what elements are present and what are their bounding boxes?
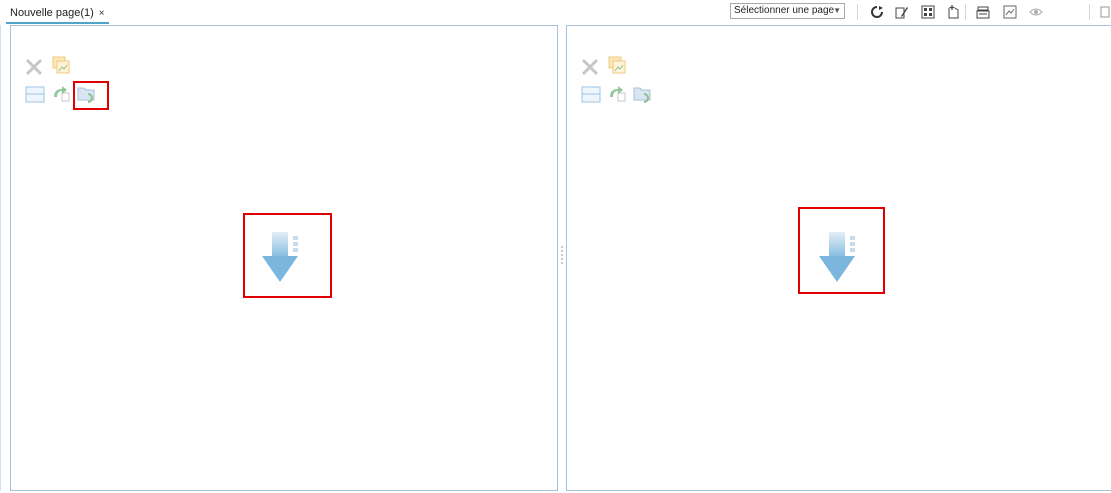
undo-icon[interactable]	[51, 84, 71, 104]
page-select-value: Sélectionner une page	[734, 5, 835, 16]
edit-page-icon[interactable]	[895, 5, 909, 19]
pane-splitter-handle[interactable]	[560, 244, 564, 274]
toolbar-separator	[965, 4, 966, 20]
overflow-icon[interactable]	[1099, 5, 1111, 19]
highlight-box	[243, 213, 332, 298]
new-page-icon[interactable]	[946, 5, 960, 19]
eye-icon[interactable]	[1029, 5, 1043, 19]
close-x-icon[interactable]	[24, 57, 44, 77]
left-edge	[0, 25, 1, 491]
image-icon[interactable]	[1003, 5, 1017, 19]
highlight-box	[798, 207, 885, 294]
chevron-down-icon: ▼	[833, 6, 841, 15]
grid-layout-icon[interactable]	[921, 5, 935, 19]
top-bar: Nouvelle page(1) × Sélectionner une page …	[0, 0, 1111, 24]
split-horizontal-icon[interactable]	[581, 84, 601, 104]
folder-refresh-icon[interactable]	[633, 84, 653, 104]
toolbar-separator	[1089, 4, 1090, 20]
left-pane[interactable]	[10, 25, 558, 491]
copy-image-icon[interactable]	[607, 55, 627, 75]
close-x-icon[interactable]	[580, 57, 600, 77]
copy-image-icon[interactable]	[51, 55, 71, 75]
refresh-icon[interactable]	[870, 5, 884, 19]
highlight-box	[73, 81, 109, 110]
page-select-dropdown[interactable]: Sélectionner une page ▼	[730, 3, 845, 19]
undo-icon[interactable]	[607, 84, 627, 104]
tab-nouvelle-page[interactable]: Nouvelle page(1) ×	[6, 6, 109, 24]
split-horizontal-icon[interactable]	[25, 84, 45, 104]
right-pane[interactable]	[566, 25, 1111, 491]
tab-label: Nouvelle page(1)	[10, 7, 94, 19]
page-settings-icon[interactable]	[976, 5, 990, 19]
toolbar-separator	[857, 4, 858, 20]
tab-close-icon[interactable]: ×	[99, 8, 105, 19]
